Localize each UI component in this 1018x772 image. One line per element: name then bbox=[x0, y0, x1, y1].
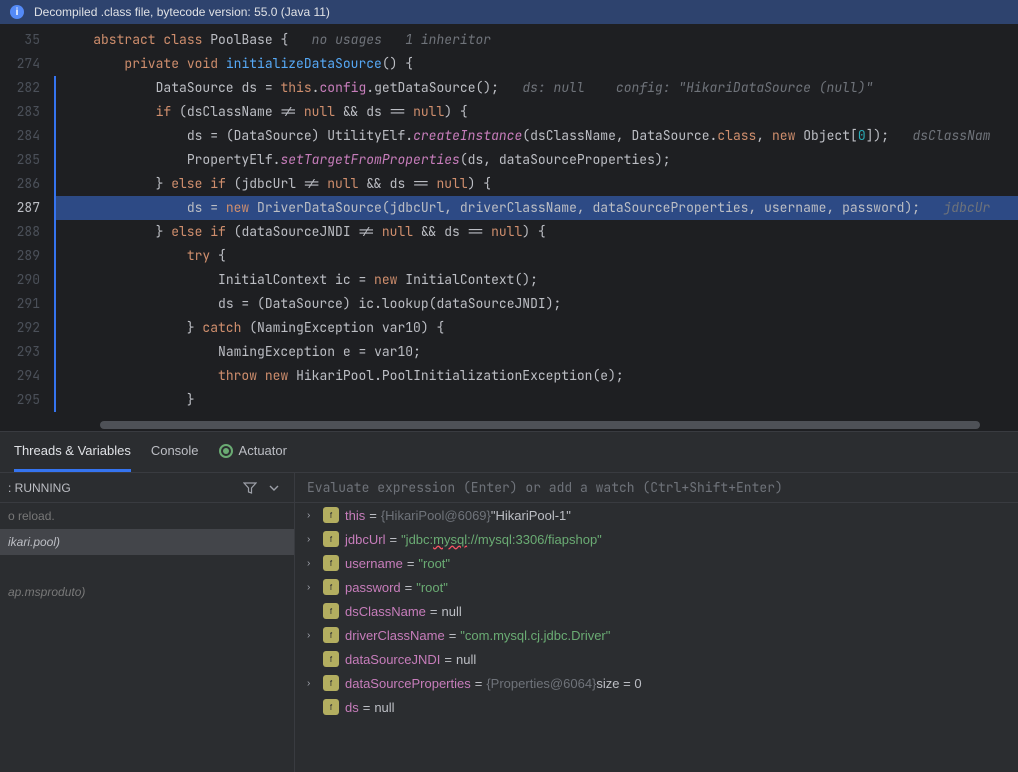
code-line: ds = (DataSource) UtilityElf.createInsta… bbox=[54, 124, 1018, 148]
debug-tabs: Threads & Variables Console Actuator bbox=[0, 432, 1018, 472]
code-line: } bbox=[54, 388, 1018, 412]
code-area[interactable]: abstract class PoolBase { no usages 1 in… bbox=[54, 24, 1018, 419]
field-icon: f bbox=[323, 675, 339, 691]
code-line: PropertyElf.setTargetFromProperties(ds, … bbox=[54, 148, 1018, 172]
var-row[interactable]: › f username="root" bbox=[295, 551, 1018, 575]
code-line: InitialContext ic = new InitialContext()… bbox=[54, 268, 1018, 292]
code-line: } else if (dataSourceJNDI != null && ds … bbox=[54, 220, 1018, 244]
gutter: 35 274 282 283 284 285 286 287 288 289 2… bbox=[0, 24, 54, 419]
info-icon: i bbox=[10, 5, 24, 19]
field-icon: f bbox=[323, 603, 339, 619]
var-row[interactable]: f dataSourceJNDI=null bbox=[295, 647, 1018, 671]
code-line: DataSource ds = this.config.getDataSourc… bbox=[54, 76, 1018, 100]
var-row[interactable]: › f dataSourceProperties={Properties@606… bbox=[295, 671, 1018, 695]
var-row[interactable]: › f driverClassName="com.mysql.cj.jdbc.D… bbox=[295, 623, 1018, 647]
var-row[interactable]: › f jdbcUrl="jdbc:mysql://mysql:3306/fia… bbox=[295, 527, 1018, 551]
code-line: private void initializeDataSource() { bbox=[54, 52, 1018, 76]
code-line: if (dsClassName != null && ds == null) { bbox=[54, 100, 1018, 124]
code-line: } else if (jdbcUrl != null && ds == null… bbox=[54, 172, 1018, 196]
code-line: } catch (NamingException var10) { bbox=[54, 316, 1018, 340]
reload-hint: o reload. bbox=[0, 503, 294, 529]
field-icon: f bbox=[323, 507, 339, 523]
field-icon: f bbox=[323, 579, 339, 595]
expand-icon[interactable]: › bbox=[307, 582, 323, 593]
code-line: NamingException e = var10; bbox=[54, 340, 1018, 364]
watch-input[interactable]: Evaluate expression (Enter) or add a wat… bbox=[295, 473, 1018, 503]
decompiled-banner: i Decompiled .class file, bytecode versi… bbox=[0, 0, 1018, 24]
chevron-down-icon[interactable] bbox=[262, 476, 286, 500]
var-row[interactable]: › f password="root" bbox=[295, 575, 1018, 599]
frame-item[interactable]: ikari.pool) bbox=[0, 529, 294, 555]
var-row[interactable]: › f this={HikariPool@6069} "HikariPool-1… bbox=[295, 503, 1018, 527]
tab-threads[interactable]: Threads & Variables bbox=[14, 432, 131, 472]
code-editor[interactable]: 35 274 282 283 284 285 286 287 288 289 2… bbox=[0, 24, 1018, 419]
field-icon: f bbox=[323, 627, 339, 643]
code-line: try { bbox=[54, 244, 1018, 268]
expand-icon[interactable]: › bbox=[307, 510, 323, 521]
code-line: throw new HikariPool.PoolInitializationE… bbox=[54, 364, 1018, 388]
tab-actuator[interactable]: Actuator bbox=[219, 432, 287, 472]
code-line: ds = (DataSource) ic.lookup(dataSourceJN… bbox=[54, 292, 1018, 316]
field-icon: f bbox=[323, 555, 339, 571]
frames-panel: : RUNNING o reload. ikari.pool) ap.mspro… bbox=[0, 473, 295, 772]
tab-console[interactable]: Console bbox=[151, 432, 199, 472]
debug-panel: Threads & Variables Console Actuator : R… bbox=[0, 431, 1018, 772]
code-line-current: ds = new DriverDataSource(jdbcUrl, drive… bbox=[54, 196, 1018, 220]
actuator-icon bbox=[219, 444, 233, 458]
thread-status: : RUNNING bbox=[8, 481, 238, 495]
expand-icon[interactable]: › bbox=[307, 678, 323, 689]
variables-panel: Evaluate expression (Enter) or add a wat… bbox=[295, 473, 1018, 772]
var-row[interactable]: f dsClassName=null bbox=[295, 599, 1018, 623]
filter-icon[interactable] bbox=[238, 476, 262, 500]
field-icon: f bbox=[323, 699, 339, 715]
expand-icon[interactable]: › bbox=[307, 630, 323, 641]
var-row[interactable]: f ds=null bbox=[295, 695, 1018, 719]
expand-icon[interactable]: › bbox=[307, 534, 323, 545]
code-line: abstract class PoolBase { no usages 1 in… bbox=[54, 28, 1018, 52]
field-icon: f bbox=[323, 531, 339, 547]
expand-icon[interactable]: › bbox=[307, 558, 323, 569]
field-icon: f bbox=[323, 651, 339, 667]
banner-text: Decompiled .class file, bytecode version… bbox=[34, 5, 330, 19]
horizontal-scrollbar[interactable] bbox=[0, 419, 1018, 431]
frame-item[interactable]: ap.msproduto) bbox=[0, 579, 294, 605]
